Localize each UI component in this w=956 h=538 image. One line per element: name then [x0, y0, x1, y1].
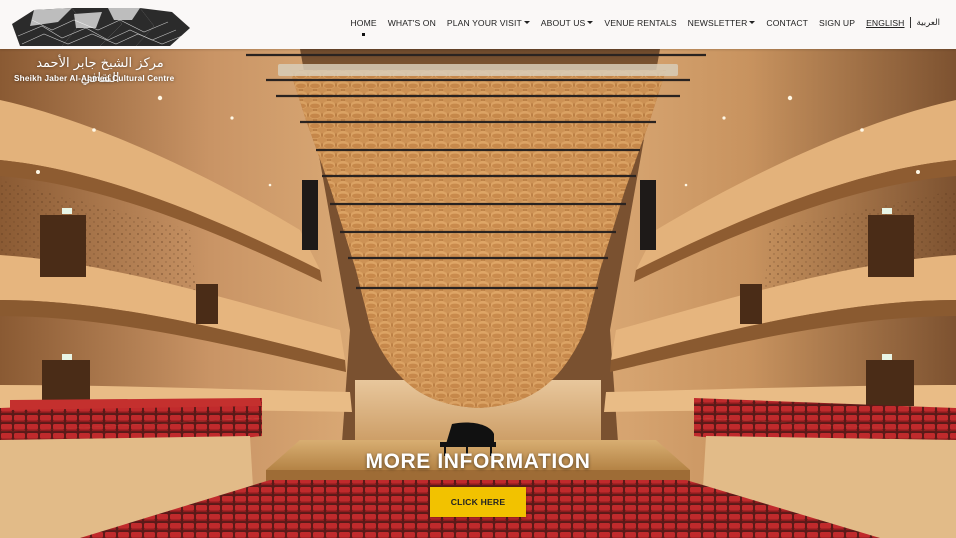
nav-sign-up-label: SIGN UP	[819, 17, 856, 28]
language-arabic-label: العربية	[916, 17, 940, 27]
caret-down-icon	[523, 21, 530, 24]
nav-plan-your-visit[interactable]: PLAN YOUR VISIT	[441, 18, 535, 28]
language-divider	[909, 17, 911, 28]
caret-down-icon	[587, 21, 594, 24]
main-nav: HOME WHAT'S ON PLAN YOUR VISIT ABOUT US …	[345, 17, 941, 36]
nav-home-label: HOME	[350, 17, 377, 28]
page: HOME WHAT'S ON PLAN YOUR VISIT ABOUT US …	[0, 0, 956, 538]
nav-home[interactable]: HOME	[345, 17, 382, 36]
nav-contact-label: CONTACT	[766, 17, 809, 28]
nav-venue-rentals-label: VENUE RENTALS	[604, 17, 677, 28]
hero-cta-title: MORE INFORMATION	[365, 450, 591, 473]
caret-down-icon	[749, 21, 756, 24]
click-here-button[interactable]: CLICK HERE	[430, 487, 526, 517]
nav-about-us-label: ABOUT US	[540, 17, 586, 28]
logo-english-text: Sheikh Jaber Al-Ahmed Cultural Centre	[14, 74, 175, 83]
nav-venue-rentals[interactable]: VENUE RENTALS	[599, 18, 682, 28]
nav-whats-on[interactable]: WHAT'S ON	[382, 18, 441, 28]
language-arabic[interactable]: العربية	[912, 17, 941, 28]
logo-mark[interactable]	[12, 6, 190, 50]
nav-about-us[interactable]: ABOUT US	[535, 18, 599, 28]
top-navigation-bar: HOME WHAT'S ON PLAN YOUR VISIT ABOUT US …	[0, 0, 956, 49]
nav-plan-your-visit-label: PLAN YOUR VISIT	[446, 17, 522, 28]
nav-newsletter[interactable]: NEWSLETTER	[682, 18, 761, 28]
nav-newsletter-label: NEWSLETTER	[687, 17, 748, 28]
nav-sign-up[interactable]: SIGN UP	[814, 18, 861, 28]
nav-whats-on-label: WHAT'S ON	[387, 17, 436, 28]
nav-contact[interactable]: CONTACT	[761, 18, 814, 28]
language-english-label: ENGLISH	[866, 17, 905, 28]
language-english[interactable]: ENGLISH	[861, 18, 909, 28]
